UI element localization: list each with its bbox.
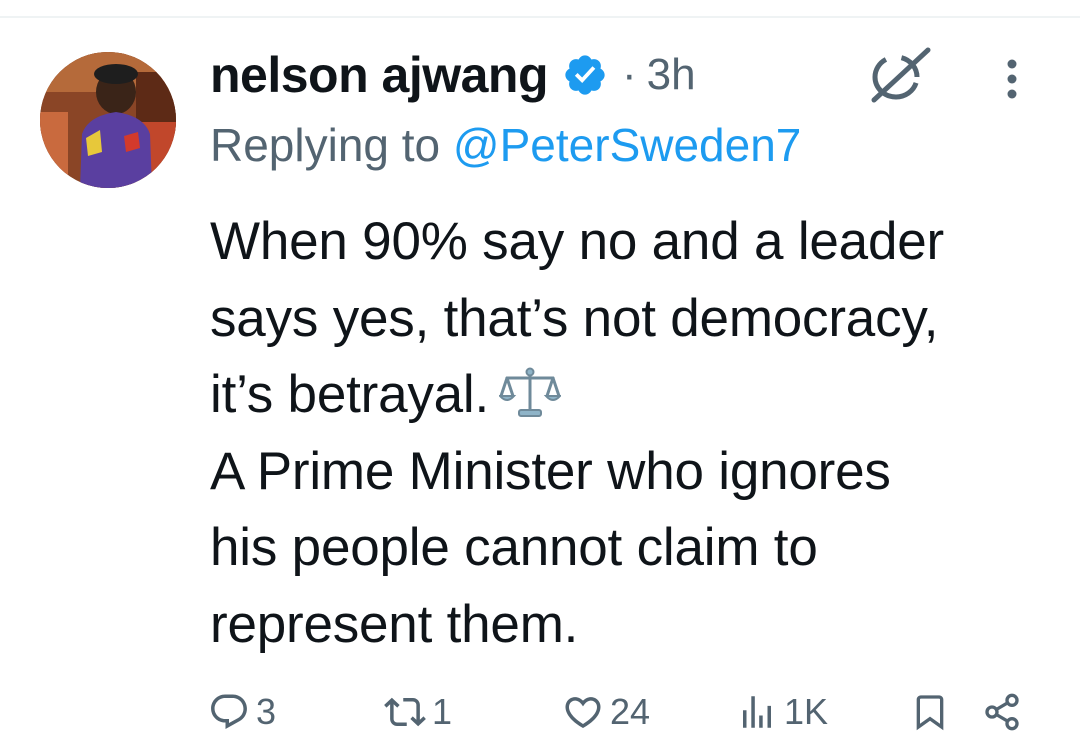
tweet-text-fragment: it’s betrayal. (210, 365, 490, 424)
display-name[interactable]: nelson ajwang (210, 46, 549, 104)
more-icon[interactable] (998, 56, 1026, 102)
repost-icon (384, 697, 426, 727)
reply-count: 3 (256, 691, 277, 732)
avatar[interactable] (40, 52, 176, 188)
tweet-text-line: says yes, that’s not democracy, (210, 288, 939, 348)
tweet-text: When 90% say no and a leader says yes, t… (210, 204, 1060, 663)
share-icon (985, 693, 1019, 731)
share-button[interactable] (982, 688, 1022, 736)
tweet-text-line: represent them. (210, 594, 579, 654)
grok-icon[interactable] (866, 46, 932, 104)
bookmark-icon (916, 695, 944, 731)
tweet-header: nelson ajwang · 3h (210, 42, 696, 108)
replying-to: Replying to @PeterSweden7 (210, 118, 801, 172)
reply-icon (211, 694, 247, 729)
tweet-text-line: it’s betrayal. (210, 357, 1060, 434)
views-button[interactable]: 1K (736, 688, 828, 736)
separator-dot: · (622, 50, 637, 99)
views-count: 1K (784, 691, 829, 732)
replying-to-label: Replying to (210, 119, 453, 171)
top-divider (0, 16, 1080, 18)
like-button[interactable]: 24 (562, 688, 650, 736)
tweet-text-line: his people cannot claim to (210, 518, 818, 577)
bookmark-button[interactable] (910, 688, 950, 736)
like-icon (565, 697, 601, 729)
views-icon (743, 696, 771, 728)
tweet-text-line: When 90% say no and a leader (210, 212, 944, 271)
replying-to-handle[interactable]: @PeterSweden7 (453, 119, 801, 171)
timestamp[interactable]: 3h (647, 50, 696, 100)
balance-scale-icon (497, 363, 563, 417)
reply-button[interactable]: 3 (208, 688, 276, 736)
verified-icon[interactable] (562, 52, 608, 98)
repost-count: 1 (432, 691, 453, 732)
repost-button[interactable]: 1 (384, 688, 452, 736)
tweet-text-line: A Prime Minister who ignores (210, 441, 891, 501)
like-count: 24 (610, 691, 651, 732)
